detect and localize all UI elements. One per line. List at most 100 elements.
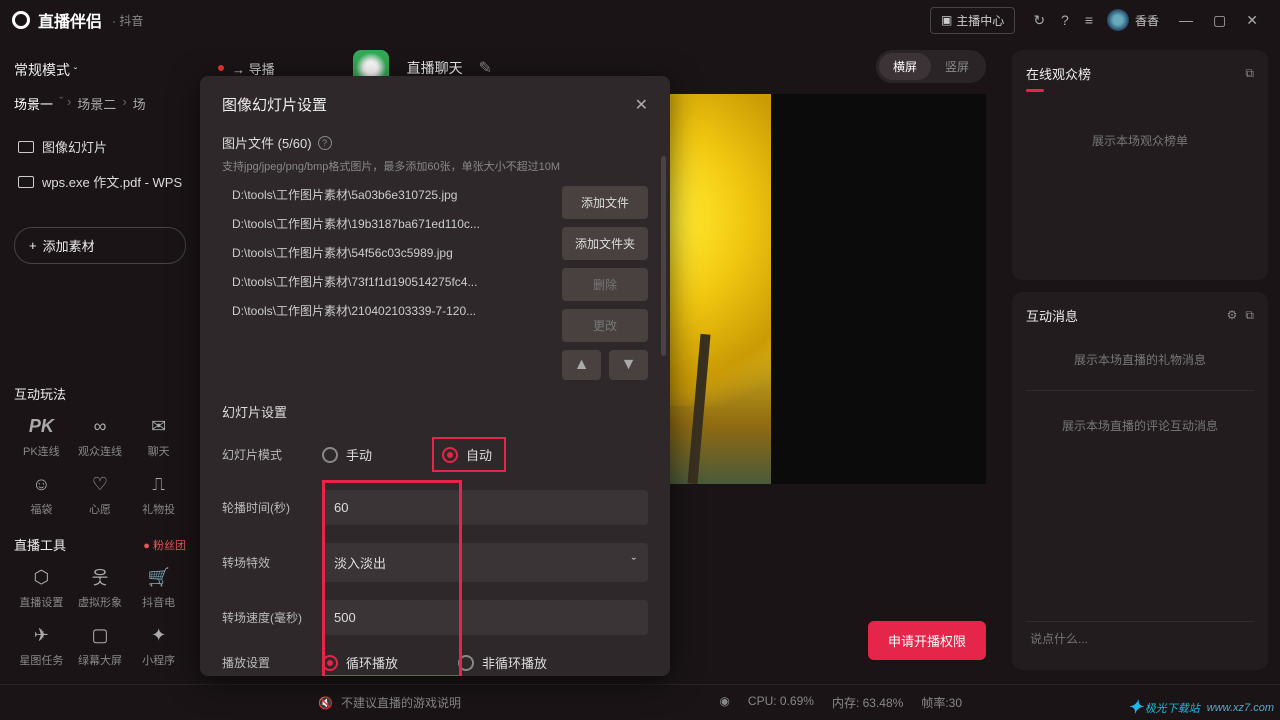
tool-settings[interactable]: ⬡直播设置 <box>14 564 69 610</box>
live-dot-icon <box>218 65 224 71</box>
scene-tab-3[interactable]: 场 <box>133 94 146 113</box>
add-folder-button[interactable]: 添加文件夹 <box>562 227 648 260</box>
files-hint: 支持jpg/jpeg/png/bmp格式图片，最多添加60张，单张大小不超过10… <box>222 158 648 174</box>
interval-label: 轮播时间(秒) <box>222 499 322 516</box>
speed-input[interactable] <box>322 600 648 635</box>
settings-icon[interactable]: ⚙ <box>1227 308 1238 323</box>
apply-broadcast-button[interactable]: 申请开播权限 <box>868 621 986 660</box>
mode-manual-radio[interactable]: 手动 <box>322 445 372 464</box>
source-item-file[interactable]: wps.exe 作文.pdf - WPS <box>14 164 186 199</box>
bag-icon: ☺ <box>28 471 54 497</box>
modify-button[interactable]: 更改 <box>562 309 648 342</box>
link-icon: ∞ <box>87 413 113 439</box>
file-item[interactable]: D:\tools\工作图片素材\73f1f1d190514275fc4... <box>222 273 550 290</box>
file-item[interactable]: D:\tools\工作图片素材\210402103339-7-120... <box>222 302 550 319</box>
files-label: 图片文件 (5/60) <box>222 133 312 152</box>
tool-pk[interactable]: PKPK连线 <box>14 413 69 459</box>
slideshow-settings-modal: 图像幻灯片设置 ✕ 图片文件 (5/60)? 支持jpg/jpeg/png/bm… <box>200 76 670 676</box>
tool-wish[interactable]: ♡心愿 <box>73 471 128 517</box>
person-icon: 웃 <box>87 564 113 590</box>
tool-miniapp[interactable]: ✦小程序 <box>131 622 186 668</box>
mode-label: 幻灯片模式 <box>222 446 322 463</box>
username: 香香 <box>1135 12 1159 29</box>
tool-audience[interactable]: ∞观众连线 <box>73 413 128 459</box>
move-down-button[interactable]: ▼ <box>609 350 648 380</box>
section-live: 直播工具 <box>14 535 66 554</box>
avatar[interactable] <box>1107 9 1129 31</box>
comment-empty: 展示本场直播的评论互动消息 <box>1026 391 1254 621</box>
scene-tab-2[interactable]: 场景二 <box>77 94 116 113</box>
broadcast-center-button[interactable]: ▣ 主播中心 <box>930 7 1015 34</box>
gift-empty: 展示本场直播的礼物消息 <box>1026 325 1254 390</box>
tool-avatar[interactable]: 웃虚拟形象 <box>73 564 128 610</box>
mode-auto-radio[interactable]: 自动 <box>442 445 492 464</box>
file-item[interactable]: D:\tools\工作图片素材\54f56c03c5989.jpg <box>222 244 550 261</box>
play-label: 播放设置 <box>222 654 322 671</box>
menu-icon[interactable]: ≡ <box>1077 12 1101 28</box>
edit-icon[interactable]: ✎ <box>479 58 492 78</box>
viewers-panel-title: 在线观众榜 <box>1026 64 1091 83</box>
chevron-down-icon: ˇ <box>632 555 636 570</box>
app-title: 直播伴侣 <box>38 8 102 32</box>
scene-tab-1[interactable]: 场景一 <box>14 94 53 113</box>
play-loop-radio[interactable]: 循环播放 <box>322 653 398 672</box>
plus-icon: + <box>29 238 37 253</box>
gear-icon: ⬡ <box>28 564 54 590</box>
source-item-slideshow[interactable]: 图像幻灯片 <box>14 129 186 164</box>
heart-icon: ♡ <box>87 471 113 497</box>
add-file-button[interactable]: 添加文件 <box>562 186 648 219</box>
popout-icon[interactable]: ⧉ <box>1245 66 1254 81</box>
messages-panel-title: 互动消息 <box>1026 306 1078 325</box>
slide-section-title: 幻灯片设置 <box>222 402 648 421</box>
play-noloop-radio[interactable]: 非循环播放 <box>458 653 547 672</box>
speed-label: 转场速度(毫秒) <box>222 609 322 626</box>
add-source-button[interactable]: +添加素材 <box>14 227 186 264</box>
orientation-v[interactable]: 竖屏 <box>931 53 983 80</box>
comment-input[interactable] <box>1026 622 1254 656</box>
mem-status: 内存: 63.48% <box>832 694 903 711</box>
interval-input[interactable] <box>322 490 648 525</box>
tool-fudai[interactable]: ☺福袋 <box>14 471 69 517</box>
delete-button[interactable]: 删除 <box>562 268 648 301</box>
refresh-icon[interactable]: ↻ <box>1025 12 1053 29</box>
send-icon: ✈ <box>28 622 54 648</box>
sparkle-icon: ✦ <box>146 622 172 648</box>
tool-shop[interactable]: 🛒抖音电 <box>131 564 186 610</box>
pk-icon: PK <box>28 413 54 439</box>
transition-select[interactable]: 淡入淡出ˇ <box>322 543 648 582</box>
modal-title: 图像幻灯片设置 <box>222 94 327 115</box>
chevron-down-icon: ˇ <box>74 67 77 78</box>
video-icon: ▣ <box>941 13 952 27</box>
file-item[interactable]: D:\tools\工作图片素材\5a03b6e310725.jpg <box>222 186 550 203</box>
fans-badge[interactable]: ● 粉丝团 <box>143 537 186 553</box>
fps-status: 帧率:30 <box>921 694 962 711</box>
logo-icon <box>12 11 30 29</box>
director-link[interactable]: → 导播 <box>232 59 275 78</box>
stream-title: 直播聊天 <box>407 58 463 78</box>
tool-chat[interactable]: ✉聊天 <box>131 413 186 459</box>
modal-close-button[interactable]: ✕ <box>635 95 648 115</box>
move-up-button[interactable]: ▲ <box>562 350 601 380</box>
maximize-button[interactable]: ▢ <box>1203 12 1236 29</box>
minimize-button[interactable]: — <box>1169 12 1203 28</box>
chat-icon: ✉ <box>146 413 172 439</box>
popout-icon[interactable]: ⧉ <box>1245 308 1254 323</box>
tool-greenscreen[interactable]: ▢绿幕大屏 <box>73 622 128 668</box>
gift-icon: ⎍ <box>146 471 172 497</box>
help-icon[interactable]: ? <box>1053 12 1077 28</box>
scrollbar[interactable] <box>661 156 666 356</box>
help-icon[interactable]: ? <box>318 136 332 150</box>
screen-icon: ▢ <box>87 622 113 648</box>
transition-label: 转场特效 <box>222 554 322 571</box>
status-warning[interactable]: 不建议直播的游戏说明 <box>341 694 461 711</box>
mute-icon[interactable]: 🔇 <box>318 696 333 710</box>
app-subtitle: · 抖音 <box>112 12 143 29</box>
file-item[interactable]: D:\tools\工作图片素材\19b3187ba671ed110c... <box>222 215 550 232</box>
cart-icon: 🛒 <box>146 564 172 590</box>
tool-startask[interactable]: ✈星图任务 <box>14 622 69 668</box>
cpu-status: CPU: 0.69% <box>748 694 814 711</box>
mode-selector[interactable]: 常规模式 ˇ <box>14 60 186 80</box>
tool-gift[interactable]: ⎍礼物投 <box>131 471 186 517</box>
close-button[interactable]: ✕ <box>1236 12 1268 29</box>
orientation-h[interactable]: 横屏 <box>879 53 931 80</box>
